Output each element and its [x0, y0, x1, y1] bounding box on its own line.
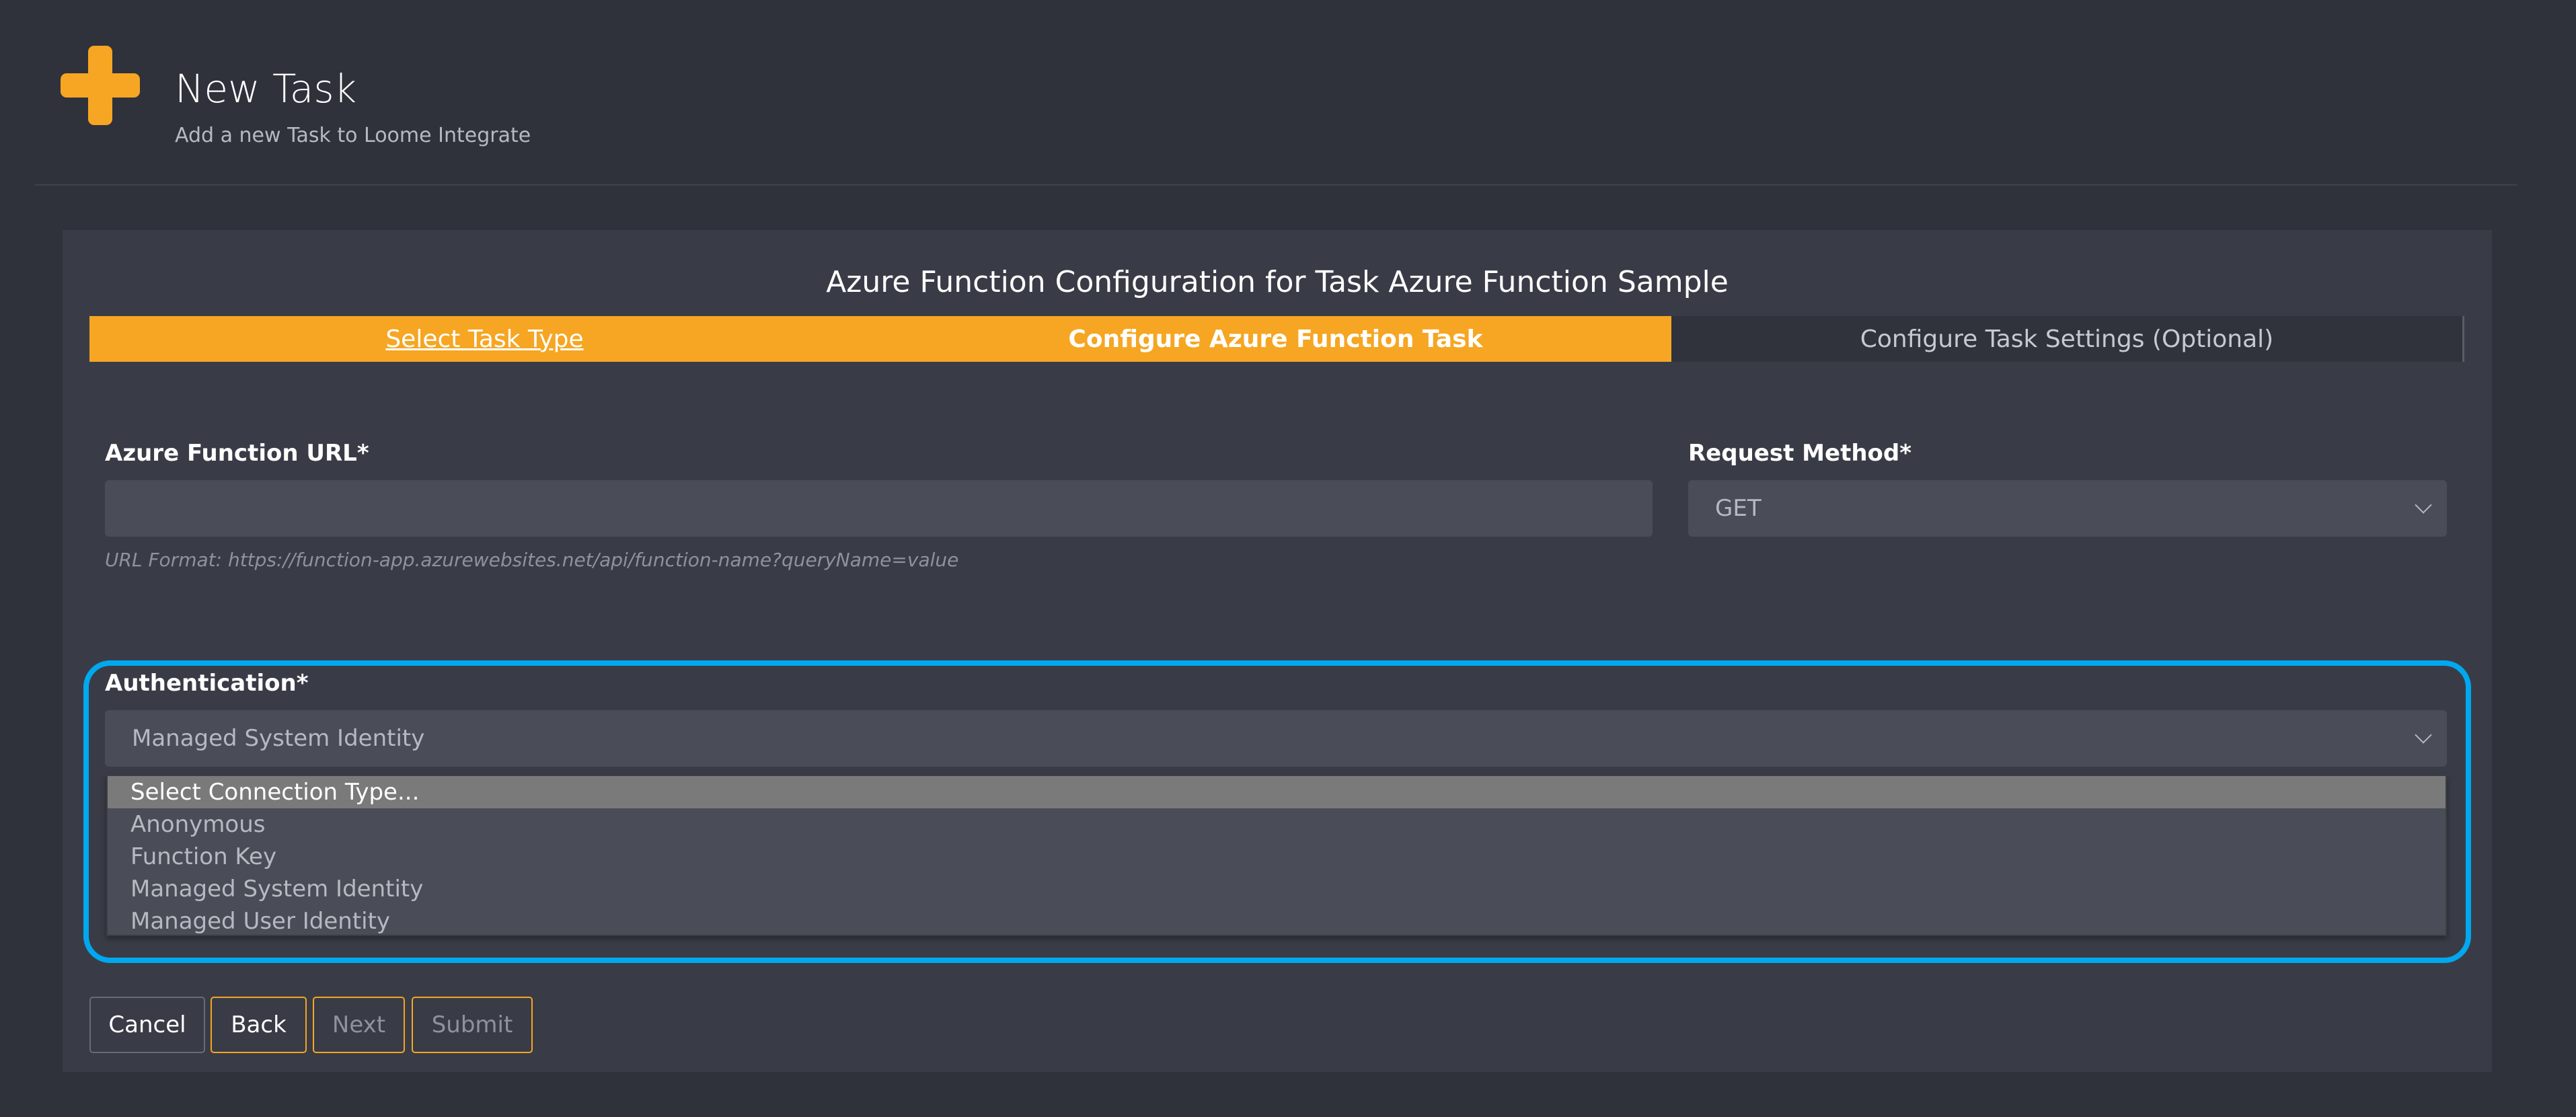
step-select-task-type[interactable]: Select Task Type [89, 316, 880, 362]
back-button[interactable]: Back [211, 997, 307, 1053]
cancel-button[interactable]: Cancel [89, 997, 205, 1053]
chevron-down-icon [2415, 726, 2432, 744]
card-title: Azure Function Configuration for Task Az… [826, 265, 1729, 299]
chevron-down-icon [2415, 496, 2432, 514]
request-method-select[interactable]: GET [1688, 480, 2447, 537]
page-header: New Task Add a new Task to Loome Integra… [0, 0, 2576, 186]
request-method-value: GET [1715, 495, 1761, 522]
page-title: New Task [175, 66, 357, 112]
next-button[interactable]: Next [313, 997, 405, 1053]
page-subtitle: Add a new Task to Loome Integrate [175, 124, 531, 147]
step-configure-task-settings: Configure Task Settings (Optional) [1671, 316, 2464, 362]
url-label: Azure Function URL* [105, 440, 369, 467]
request-method-label: Request Method* [1688, 440, 1911, 467]
page: New Task Add a new Task to Loome Integra… [0, 0, 2576, 1117]
dropdown-option[interactable]: Managed User Identity [108, 905, 2446, 937]
authentication-value: Managed System Identity [132, 725, 425, 752]
authentication-select[interactable]: Managed System Identity [105, 710, 2447, 767]
submit-button[interactable]: Submit [412, 997, 533, 1053]
configuration-card: Azure Function Configuration for Task Az… [63, 230, 2492, 1072]
dropdown-option[interactable]: Managed System Identity [108, 873, 2446, 905]
plus-icon [61, 46, 140, 125]
url-input[interactable] [105, 480, 1653, 537]
stepper: Select Task Type Configure Azure Functio… [89, 316, 2464, 362]
header-divider [35, 184, 2517, 186]
dropdown-option[interactable]: Anonymous [108, 808, 2446, 841]
url-hint: URL Format: https://function-app.azurewe… [105, 549, 959, 571]
dropdown-option[interactable]: Function Key [108, 841, 2446, 873]
step-configure-azure-function-task: Configure Azure Function Task [880, 316, 1671, 362]
dropdown-option[interactable]: Select Connection Type... [108, 776, 2446, 808]
authentication-label: Authentication* [105, 670, 309, 697]
authentication-dropdown: Select Connection Type... Anonymous Func… [106, 775, 2447, 936]
